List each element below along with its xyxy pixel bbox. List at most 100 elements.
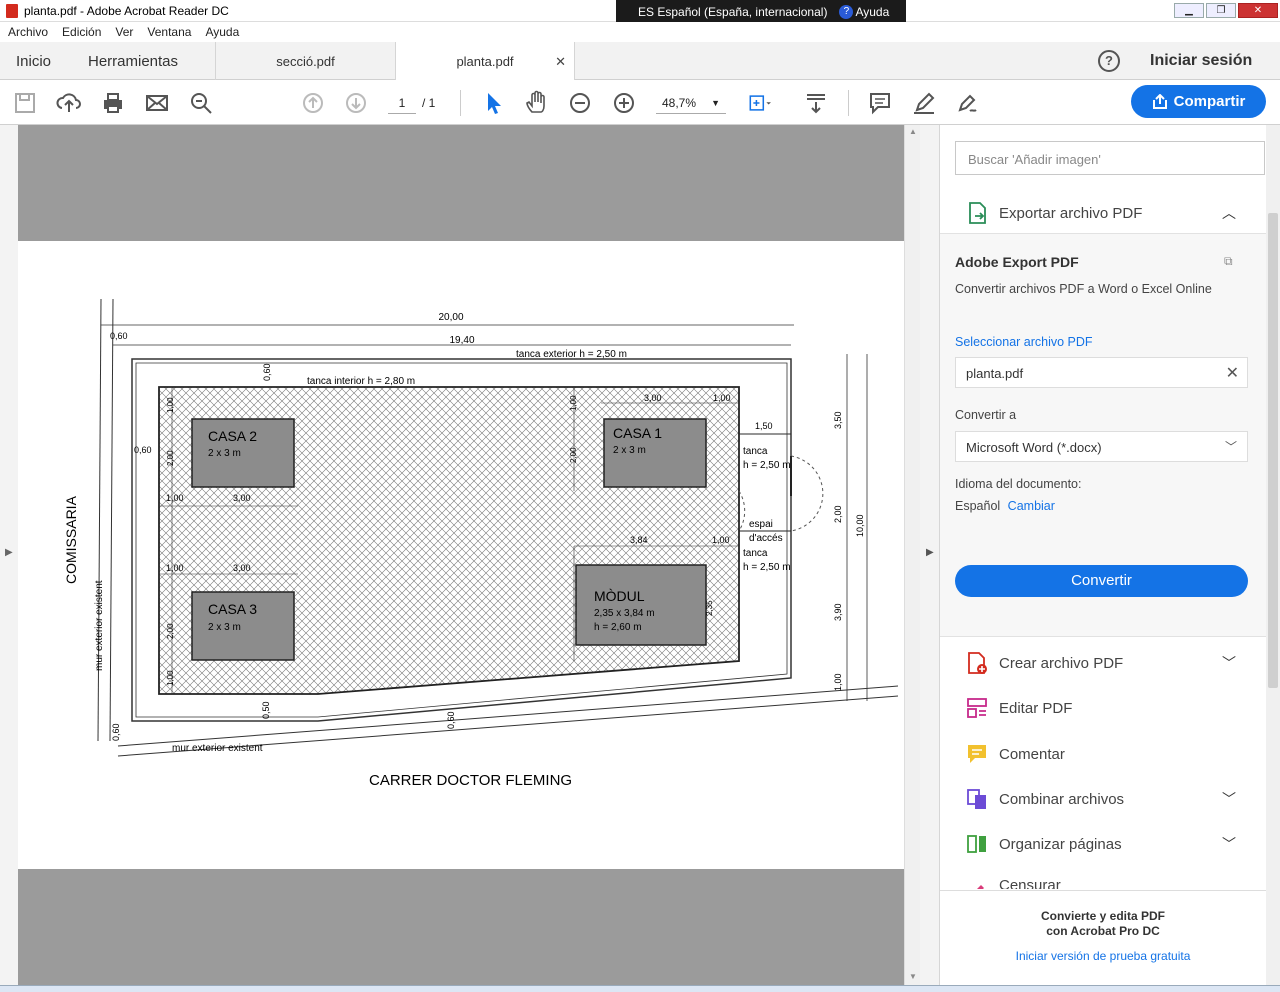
- tool-combine-files[interactable]: Combinar archivos ﹀: [940, 777, 1266, 821]
- dim: 0,60: [446, 711, 456, 729]
- left-panel-toggle[interactable]: ▶: [0, 125, 18, 985]
- tanca-interior-label: tanca interior h = 2,80 m: [307, 376, 415, 387]
- dim: 10,00: [855, 514, 865, 537]
- language-indicator[interactable]: ES Español (España, internacional): [638, 5, 827, 19]
- tool-redact[interactable]: Censurar: [940, 867, 1266, 889]
- restore-button[interactable]: ❐: [1206, 3, 1236, 18]
- zoom-select[interactable]: 48,7% ▼: [656, 92, 726, 114]
- close-tab-icon[interactable]: ✕: [555, 54, 566, 70]
- tab-inicio[interactable]: Inicio: [16, 42, 51, 80]
- sign-in-button[interactable]: Iniciar sesión: [1150, 52, 1252, 70]
- dim-060: 0,60: [262, 363, 272, 381]
- casa3-label: CASA 3: [208, 601, 257, 617]
- tool-organize-pages[interactable]: Organizar páginas ﹀: [940, 822, 1266, 866]
- previous-page-icon[interactable]: [300, 90, 326, 116]
- dim: 1,00: [166, 397, 175, 413]
- menu-ventana[interactable]: Ventana: [147, 25, 191, 39]
- acces-label: d'accés: [749, 533, 783, 544]
- dim: 3,50: [833, 411, 843, 429]
- free-trial-link[interactable]: Iniciar versión de prueba gratuita: [940, 949, 1266, 963]
- window-controls: ▁ ❐ ✕: [1174, 3, 1278, 18]
- select-file-link[interactable]: Seleccionar archivo PDF: [955, 335, 1093, 349]
- menu-archivo[interactable]: Archivo: [8, 25, 48, 39]
- dim-1940: 19,40: [449, 335, 474, 346]
- doc-language-value: Español Cambiar: [955, 499, 1055, 513]
- modul-height: h = 2,60 m: [594, 622, 642, 633]
- scroll-thumb[interactable]: [1268, 213, 1278, 688]
- share-icon: [1152, 93, 1167, 109]
- convert-to-label: Convertir a: [955, 408, 1017, 422]
- tab-seccio-pdf[interactable]: secció.pdf: [215, 42, 395, 80]
- zoom-out-icon[interactable]: [567, 90, 593, 116]
- casa1-dim: 2 x 3 m: [613, 445, 646, 456]
- upload-cloud-icon[interactable]: [56, 90, 82, 116]
- dim: 0,60: [111, 723, 121, 741]
- chevron-down-icon[interactable]: ﹀: [1222, 789, 1236, 809]
- tool-edit-pdf[interactable]: Editar PDF: [940, 686, 1266, 730]
- mur-exterior-label: mur exterior existent: [172, 743, 263, 754]
- dim: 1,00: [833, 673, 843, 691]
- comment-tool-icon: [968, 745, 986, 763]
- next-page-icon[interactable]: [343, 90, 369, 116]
- tools-search-input[interactable]: Buscar 'Añadir imagen': [955, 141, 1265, 175]
- format-select[interactable]: Microsoft Word (*.docx) ﹀: [955, 431, 1248, 462]
- hand-tool-icon[interactable]: [524, 90, 550, 116]
- tools-pane-scrollbar[interactable]: [1266, 125, 1280, 985]
- share-button[interactable]: Compartir: [1131, 85, 1266, 118]
- chevron-down-icon[interactable]: ﹀: [1222, 653, 1236, 673]
- dim: 1,00: [569, 395, 578, 411]
- casa2-label: CASA 2: [208, 428, 257, 444]
- close-window-button[interactable]: ✕: [1238, 3, 1278, 18]
- page-number-input[interactable]: 1: [388, 92, 416, 114]
- email-icon[interactable]: [144, 90, 170, 116]
- clear-icon[interactable]: ✕: [1226, 363, 1239, 383]
- document-scrollbar[interactable]: ▲ ▼: [904, 125, 920, 985]
- save-icon[interactable]: [12, 90, 38, 116]
- select-cursor-icon[interactable]: [480, 90, 506, 116]
- menu-edicion[interactable]: Edición: [62, 25, 101, 39]
- print-icon[interactable]: [100, 90, 126, 116]
- espai-label: espai: [749, 519, 773, 530]
- dim: 2,00: [166, 623, 175, 639]
- language-help[interactable]: ? Ayuda: [839, 5, 889, 19]
- document-viewport[interactable]: 20,00 19,40 0,60 tanca exterior h = 2,50…: [18, 125, 904, 985]
- scroll-down-icon[interactable]: ▼: [909, 972, 917, 981]
- selected-file-field[interactable]: planta.pdf ✕: [955, 357, 1248, 388]
- help-icon[interactable]: ?: [1098, 50, 1120, 72]
- chevron-up-icon[interactable]: ︿: [1222, 203, 1236, 223]
- convert-button[interactable]: Convertir: [955, 565, 1248, 597]
- pdf-page: 20,00 19,40 0,60 tanca exterior h = 2,50…: [18, 241, 904, 869]
- tab-herramientas[interactable]: Herramientas: [88, 42, 178, 80]
- minimize-button[interactable]: ▁: [1174, 3, 1204, 18]
- menu-ver[interactable]: Ver: [115, 25, 133, 39]
- dim: 3,84: [630, 535, 648, 545]
- zoom-in-icon[interactable]: [611, 90, 637, 116]
- highlight-pen-icon[interactable]: [911, 90, 937, 116]
- chevron-right-icon: ▶: [926, 547, 934, 558]
- export-pdf-header[interactable]: Exportar archivo PDF ︿: [940, 193, 1266, 233]
- chevron-down-icon[interactable]: ﹀: [1222, 834, 1236, 854]
- tanca-label: tanca: [743, 548, 768, 559]
- dim: 1,00: [713, 393, 731, 403]
- tool-create-pdf[interactable]: Crear archivo PDF ﹀: [940, 641, 1266, 685]
- change-language-link[interactable]: Cambiar: [1008, 499, 1055, 513]
- tab-planta-pdf[interactable]: planta.pdf ✕: [395, 42, 575, 81]
- chevron-down-icon: ﹀: [1224, 440, 1237, 454]
- fit-page-icon[interactable]: [748, 90, 782, 116]
- menu-ayuda[interactable]: Ayuda: [205, 25, 239, 39]
- right-panel-toggle[interactable]: ▶: [920, 125, 940, 985]
- search-zoom-icon[interactable]: [188, 90, 214, 116]
- doc-language-label: Idioma del documento:: [955, 477, 1082, 491]
- info-icon[interactable]: ⧉: [1224, 254, 1242, 272]
- comment-icon[interactable]: [867, 90, 893, 116]
- language-bar[interactable]: ES Español (España, internacional) ? Ayud…: [616, 0, 906, 24]
- separator: [460, 90, 461, 116]
- tab-label: planta.pdf: [456, 54, 514, 69]
- dim: 3,00: [644, 393, 662, 403]
- tool-comment[interactable]: Comentar: [940, 732, 1266, 776]
- promo-box: Convierte y edita PDF con Acrobat Pro DC …: [940, 890, 1266, 985]
- scroll-up-icon[interactable]: ▲: [909, 127, 917, 136]
- tools-pane: Buscar 'Añadir imagen' Exportar archivo …: [940, 125, 1266, 985]
- scroll-mode-icon[interactable]: [803, 90, 829, 116]
- sign-icon[interactable]: [955, 90, 981, 116]
